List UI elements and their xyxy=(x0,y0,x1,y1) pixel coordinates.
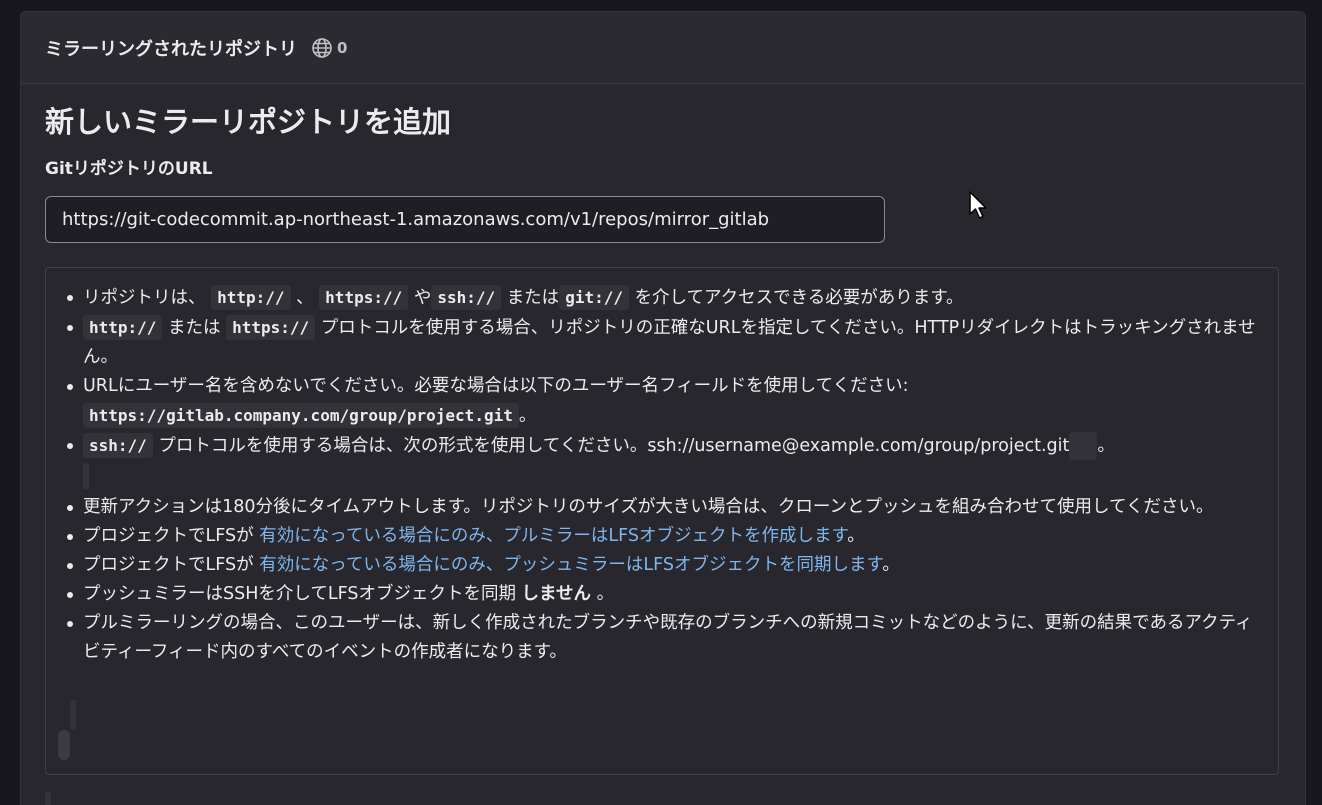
mirrored-repositories-card: ミラーリングされたリポジトリ 0 新しいミラーリポジトリを追加 Gitリポジトリ… xyxy=(20,11,1306,805)
mirror-count: 0 xyxy=(337,38,348,57)
code-https: https:// xyxy=(226,315,316,340)
form-heading: 新しいミラーリポジトリを追加 xyxy=(45,105,452,139)
code-git: git:// xyxy=(559,285,629,310)
code-example-url: https://gitlab.company.com/group/project… xyxy=(83,403,519,428)
repository-url-input[interactable] xyxy=(45,196,885,243)
help-item-ssh-lfs: プッシュミラーはSSHを介してLFSオブジェクトを同期 しません 。 xyxy=(67,580,1262,609)
scroll-handle[interactable] xyxy=(58,730,70,760)
divider-fragment xyxy=(45,791,51,805)
emphasis-not: しません xyxy=(521,584,592,604)
card-body: 新しいミラーリポジトリを追加 GitリポジトリのURL リポジトリは、 http… xyxy=(21,102,1305,775)
help-item-username: URLにユーザー名を含めないでください。必要な場合は以下のユーザー名フィールドを… xyxy=(67,372,1262,431)
globe-icon xyxy=(311,37,333,59)
code-http: http:// xyxy=(83,315,163,340)
help-item-http-protocol: http:// または https:// プロトコルを使用する場合、リポジトリの… xyxy=(67,313,1262,372)
section-title: ミラーリングされたリポジトリ xyxy=(45,38,297,60)
code-ssh: ssh:// xyxy=(431,285,502,310)
lfs-pull-link[interactable]: 有効になっている場合にのみ、プルミラーはLFSオブジェクトを作成します xyxy=(259,526,847,546)
code-ssh: ssh:// xyxy=(83,433,153,458)
help-item-ssh-protocol: ssh:// プロトコルを使用する場合は、次の形式を使用してください。ssh:/… xyxy=(67,431,1262,489)
code-http: http:// xyxy=(211,285,291,310)
lfs-push-link[interactable]: 有効になっている場合にのみ、プッシュミラーはLFSオブジェクトを同期します xyxy=(259,555,882,575)
empty-code-block xyxy=(83,463,89,489)
help-item-activity-author: プルミラーリングの場合、このユーザーは、新しく作成されたブランチや既存のブランチ… xyxy=(67,609,1262,667)
help-item-lfs-pull: プロジェクトでLFSが 有効になっている場合にのみ、プルミラーはLFSオブジェク… xyxy=(67,522,1262,551)
empty-code-block xyxy=(70,700,76,730)
help-text-box: リポジトリは、 http:// 、 https:// や ssh:// または gi… xyxy=(45,267,1279,775)
mouse-cursor-icon xyxy=(968,190,988,224)
page: ミラーリングされたリポジトリ 0 新しいミラーリポジトリを追加 Gitリポジトリ… xyxy=(0,0,1322,805)
help-item-timeout: 更新アクションは180分後にタイムアウトします。リポジトリのサイズが大きい場合は… xyxy=(67,493,1262,522)
help-item-access: リポジトリは、 http:// 、 https:// や ssh:// または gi… xyxy=(67,283,1262,313)
url-field-label: GitリポジトリのURL xyxy=(45,159,213,179)
help-item-lfs-push: プロジェクトでLFSが 有効になっている場合にのみ、プッシュミラーはLFSオブジ… xyxy=(67,551,1262,580)
card-header: ミラーリングされたリポジトリ 0 xyxy=(21,12,1305,84)
code-tail xyxy=(1069,432,1098,460)
help-list: リポジトリは、 http:// 、 https:// や ssh:// または gi… xyxy=(62,283,1262,667)
code-https: https:// xyxy=(319,285,409,310)
